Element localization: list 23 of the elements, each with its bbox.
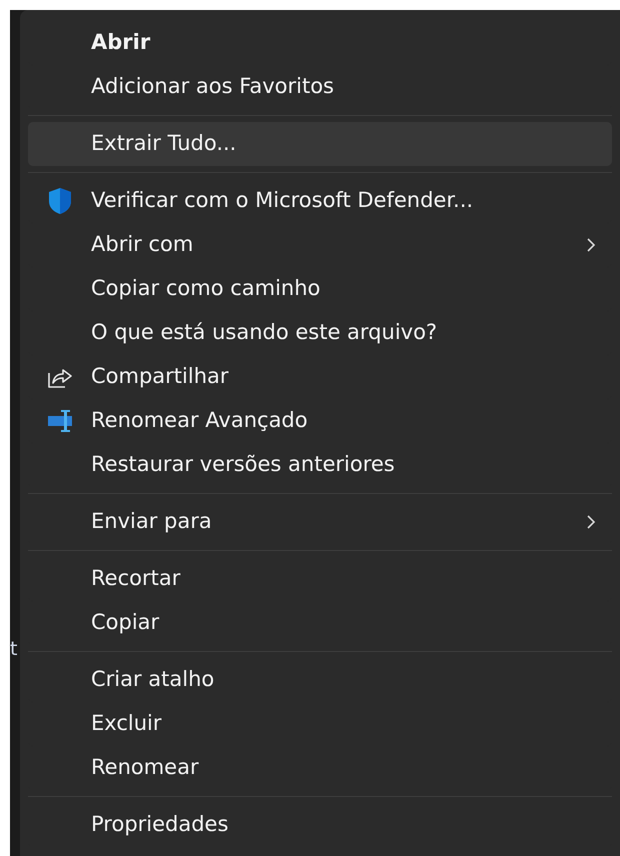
menu-label: Propriedades bbox=[91, 811, 228, 838]
chevron-right-icon bbox=[586, 238, 596, 252]
menu-label: Abrir bbox=[91, 29, 150, 56]
background-text: t bbox=[10, 638, 18, 660]
menu-label: Recortar bbox=[91, 565, 180, 592]
menu-label: O que está usando este arquivo? bbox=[91, 319, 438, 346]
menu-label: Extrair Tudo... bbox=[91, 130, 236, 158]
rename-icon bbox=[46, 408, 72, 434]
menu-label: Renomear Avançado bbox=[91, 407, 308, 434]
menu-item[interactable]: Extrair Tudo... bbox=[28, 122, 612, 166]
menu-label: Excluir bbox=[91, 710, 162, 738]
menu-label: Abrir com bbox=[91, 231, 194, 258]
menu-label: Renomear bbox=[91, 754, 199, 782]
chevron-right-icon bbox=[586, 515, 596, 529]
menu-label: Verificar com o Microsoft Defender... bbox=[91, 187, 474, 214]
shield-icon bbox=[46, 187, 72, 215]
menu-label: Copiar bbox=[91, 609, 160, 636]
menu-label: Compartilhar bbox=[91, 363, 229, 390]
menu-label: Copiar como caminho bbox=[91, 275, 320, 302]
menu-label: Enviar para bbox=[91, 508, 212, 536]
menu-label: Restaurar versões anteriores bbox=[91, 451, 395, 478]
menu-label: Adicionar aos Favoritos bbox=[91, 73, 334, 100]
menu-label: Criar atalho bbox=[91, 666, 214, 694]
